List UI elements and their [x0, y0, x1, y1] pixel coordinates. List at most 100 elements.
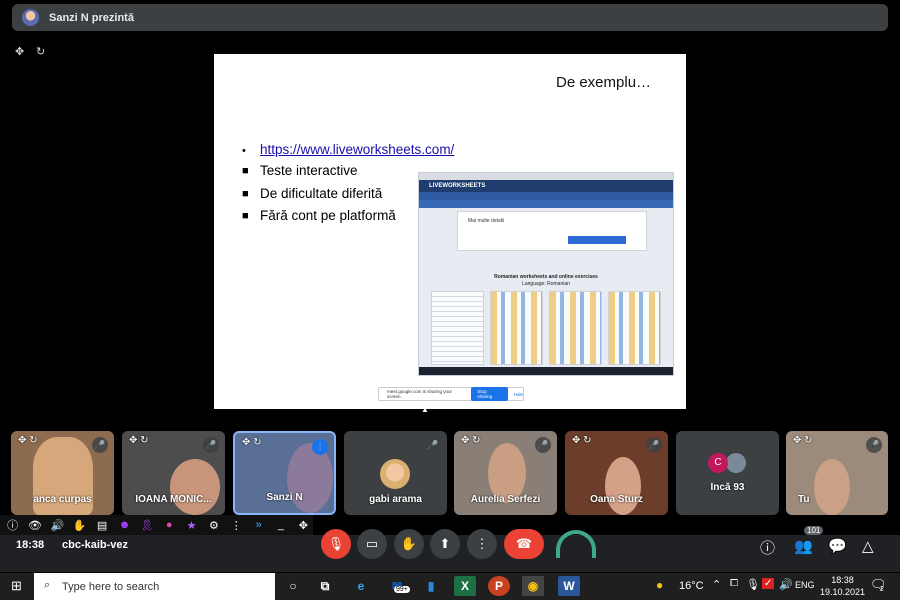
tile-controls-icon[interactable]: ✥ ↻: [793, 435, 813, 446]
speaker-icon[interactable]: 🔊: [779, 578, 793, 591]
device-icon[interactable]: ⧠: [730, 578, 738, 589]
slide-heading: De exemplu…: [556, 74, 652, 91]
files-icon[interactable]: ▮: [420, 576, 442, 596]
liveworksheets-link[interactable]: https://www.liveworksheets.com/: [260, 140, 454, 160]
presenter-bar: Sanzi N prezintă: [12, 4, 888, 31]
refresh-icon[interactable]: ↻: [36, 45, 45, 58]
system-clock[interactable]: 18:38 19.10.2021: [820, 574, 865, 598]
info-icon[interactable]: ⓘ: [3, 517, 22, 533]
move-icon[interactable]: ✥: [15, 45, 24, 58]
camera-toggle-button[interactable]: ▭: [357, 529, 387, 559]
activities-icon[interactable]: △: [862, 537, 874, 555]
participant-avatar: [380, 459, 410, 489]
tile-controls-icon[interactable]: ✥ ↻: [242, 437, 262, 448]
participant-tile[interactable]: ✥ ↻ 🎤 Oana Sturz: [565, 431, 668, 515]
microphone-icon[interactable]: 🎙: [746, 578, 760, 591]
mic-toggle-button[interactable]: 🎙: [321, 529, 351, 559]
notifications-icon[interactable]: 🗨: [870, 577, 887, 593]
powerpoint-icon[interactable]: P: [488, 576, 510, 596]
presenter-label: Sanzi N prezintă: [49, 11, 134, 24]
tile-controls-icon[interactable]: ✥ ↻: [461, 435, 481, 446]
participant-video: [814, 459, 850, 515]
mail-badge: 99+: [394, 586, 410, 593]
participant-tile-active[interactable]: ✥ ↻ ⫶ Sanzi N: [233, 431, 336, 515]
more-participants-label: Încă 93: [710, 482, 745, 493]
leave-call-button[interactable]: ☎: [504, 529, 544, 559]
presented-slide: De exemplu… • https://www.liveworksheets.…: [214, 54, 686, 409]
windows-start-icon[interactable]: ⊞: [11, 578, 22, 594]
minimize-icon[interactable]: _: [271, 519, 290, 531]
participant-name: gabi arama: [369, 494, 422, 505]
ribbon-icon[interactable]: 🎗: [137, 519, 156, 532]
participant-tile[interactable]: ✥ ↻ 🎤 Aurelia Serfezi: [454, 431, 557, 515]
extension-toolbar: ⓘ 👁 🔊 ✋ ▤ ☻ 🎗 ● ★ ⚙ ⋮ » _ ✥: [0, 515, 313, 535]
participant-tile[interactable]: ✥ ↻ 🎤 IOANA MONIC...: [122, 431, 225, 515]
excel-icon[interactable]: X: [454, 576, 476, 596]
tray-chevron-icon[interactable]: ⌃: [712, 578, 721, 591]
word-icon[interactable]: W: [558, 576, 580, 596]
taskbar-search-box[interactable]: ⌕ Type here to search: [34, 573, 275, 600]
chat-bubble-icon[interactable]: ●: [160, 519, 179, 531]
participant-tile[interactable]: 🎤 gabi arama: [344, 431, 447, 515]
speaking-icon: ⫶: [312, 439, 328, 455]
worksheet-thumb: [608, 291, 661, 365]
system-time: 18:38: [831, 575, 854, 585]
people-icon[interactable]: 👥: [794, 537, 813, 555]
stop-sharing-button[interactable]: Stop sharing: [471, 387, 508, 401]
participant-video: [170, 459, 220, 515]
chrome-icon[interactable]: ◉: [522, 576, 544, 596]
participant-tile[interactable]: ✥ ↻ 🎤 anca curpas: [11, 431, 114, 515]
notes-icon[interactable]: ▤: [92, 519, 111, 532]
site-caption-lang: Language: Romanian: [522, 281, 570, 287]
weather-icon[interactable]: ●: [656, 578, 663, 592]
star-icon[interactable]: ★: [182, 519, 201, 532]
volume-icon[interactable]: 🔊: [48, 519, 67, 532]
more-participants-tile[interactable]: C Încă 93: [676, 431, 779, 515]
tile-controls-icon[interactable]: ✥ ↻: [18, 435, 38, 446]
mic-off-icon: 🎤: [866, 437, 882, 453]
meeting-code: cbc-kaib-vez: [62, 539, 129, 551]
more-options-button[interactable]: ⋮: [467, 529, 497, 559]
participant-tile[interactable]: ✥ ↻ 🎤 Tu: [786, 431, 888, 515]
more-vert-icon[interactable]: ⋮: [227, 519, 246, 532]
meeting-details-icon[interactable]: ⓘ: [760, 537, 775, 558]
hand-icon[interactable]: ✋: [70, 519, 89, 532]
people-count-badge: 101: [804, 526, 824, 535]
taskbar-search-placeholder: Type here to search: [62, 580, 160, 593]
weather-temp[interactable]: 16°C: [679, 580, 704, 592]
presenter-avatar: [22, 9, 39, 26]
participant-name: IOANA MONIC...: [135, 494, 212, 505]
participant-name: Tu: [798, 494, 810, 505]
cortana-icon[interactable]: ○: [282, 576, 304, 596]
chat-icon[interactable]: 💬: [828, 537, 847, 555]
notification-count: 2: [880, 586, 884, 593]
tile-controls-icon[interactable]: ✥ ↻: [129, 435, 149, 446]
hide-button[interactable]: Hide: [514, 392, 523, 397]
edge-icon[interactable]: e: [350, 576, 372, 596]
mic-off-icon: 🎤: [425, 437, 441, 453]
task-view-icon[interactable]: ⧉: [314, 576, 336, 596]
participant-name: Sanzi N: [266, 492, 303, 503]
more-avatar: C: [708, 453, 728, 473]
mic-off-icon: 🎤: [646, 437, 662, 453]
present-screen-button[interactable]: ⬆: [430, 529, 460, 559]
share-banner: meet.google.com is sharing your screen. …: [378, 387, 524, 401]
move-icon[interactable]: ✥: [294, 519, 313, 532]
site-header: LIVEWORKSHEETS: [419, 180, 673, 192]
worksheet-thumb: [549, 291, 602, 365]
settings-icon[interactable]: ⚙: [204, 519, 223, 532]
site-subnav: [419, 200, 673, 208]
site-caption: Romanian worksheets and online exercises: [494, 274, 598, 280]
eye-icon[interactable]: 👁: [25, 519, 44, 532]
security-icon[interactable]: ✓: [762, 578, 775, 589]
tile-controls-icon[interactable]: ✥ ↻: [572, 435, 592, 446]
raise-hand-button[interactable]: ✋: [394, 529, 424, 559]
site-nav: [419, 192, 673, 200]
forward-icon[interactable]: »: [249, 519, 268, 531]
emoji-icon[interactable]: ☻: [115, 519, 134, 531]
more-avatar: [726, 453, 746, 473]
meeting-clock: 18:38: [16, 539, 45, 551]
panel-button: [568, 236, 626, 244]
worksheet-thumb: [490, 291, 543, 365]
language-indicator[interactable]: ENG: [795, 580, 815, 590]
